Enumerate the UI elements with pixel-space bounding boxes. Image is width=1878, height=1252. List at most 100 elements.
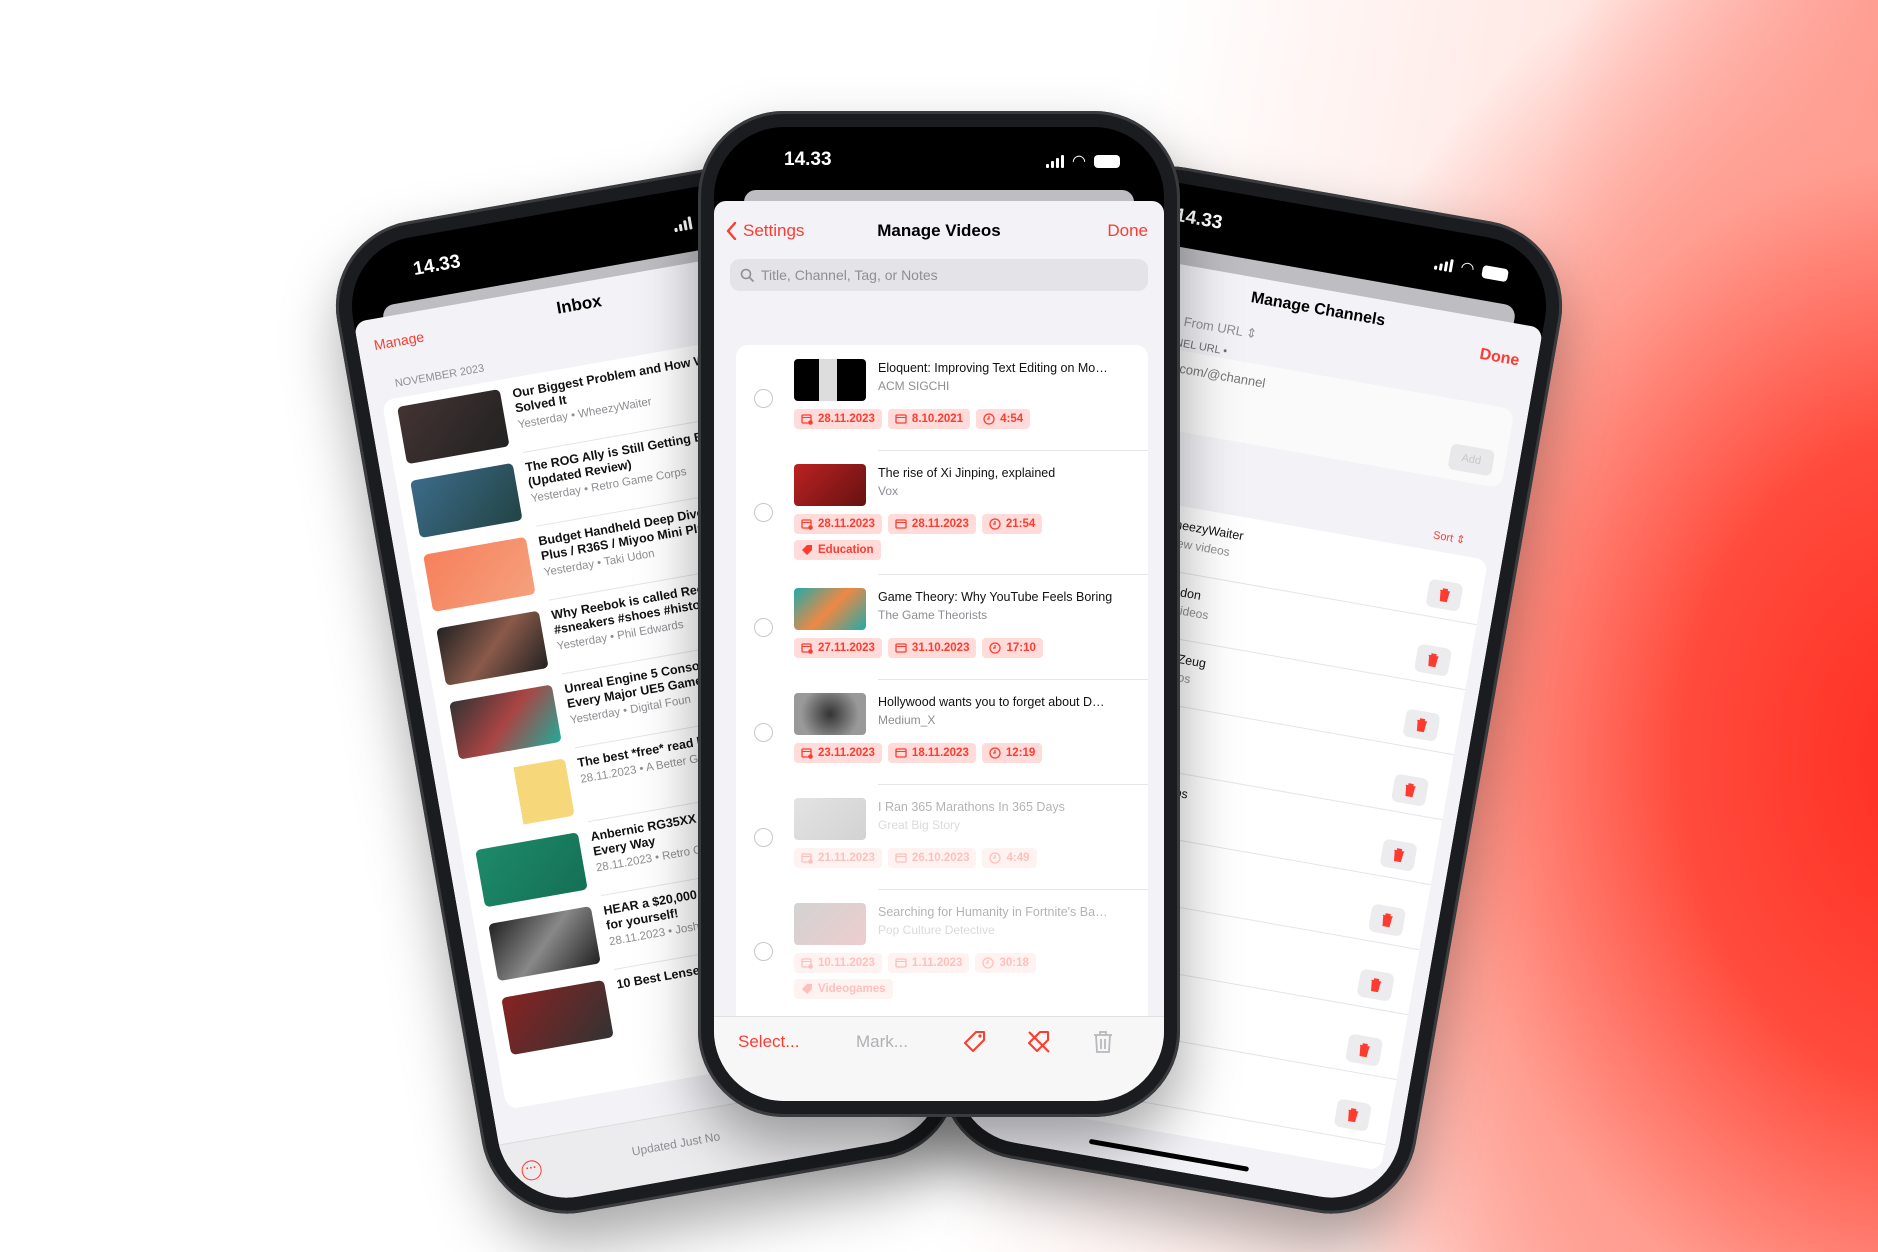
- delete-channel-button[interactable]: [1333, 1098, 1372, 1132]
- video-thumbnail: [794, 903, 866, 945]
- tag-icon: [801, 544, 813, 556]
- trash-icon[interactable]: [1092, 1029, 1114, 1055]
- published-date-chip-label: 18.11.2023: [911, 747, 969, 759]
- video-title: Hollywood wants you to forget about D…: [878, 695, 1105, 709]
- duration-chip-label: 4:54: [1000, 413, 1024, 425]
- added-date-chip-label: 10.11.2023: [818, 957, 875, 969]
- tag-icon[interactable]: [962, 1029, 988, 1055]
- delete-channel-button[interactable]: [1356, 968, 1395, 1002]
- video-thumbnail: [462, 758, 575, 834]
- video-content: Game Theory: Why YouTube Feels Boring The…: [794, 588, 1136, 658]
- published-date-chip: 31.10.2023: [887, 638, 977, 658]
- delete-channel-button[interactable]: [1345, 1033, 1384, 1067]
- video-thumbnail: [794, 693, 866, 735]
- delete-channel-button[interactable]: [1413, 643, 1453, 677]
- select-radio[interactable]: [754, 388, 773, 408]
- select-radio[interactable]: [754, 503, 773, 522]
- published-date-chip-label: 1.11.2023: [911, 957, 963, 969]
- delete-channel-button[interactable]: [1379, 838, 1418, 872]
- manage-videos-screen: 14.33 ◠ Settings Manage Videos Done Eloq…: [714, 127, 1164, 1101]
- added-date-chip: 21.11.2023: [794, 848, 882, 868]
- video-channel: Great Big Story: [878, 818, 961, 832]
- duration-chip: 4:54: [976, 409, 1031, 429]
- clock-icon: [989, 518, 1001, 530]
- added-date-chip-label: 23.11.2023: [818, 747, 875, 759]
- added-date-chip-label: 27.11.2023: [818, 642, 875, 654]
- video-thumbnail: [794, 798, 866, 840]
- video-header: Eloquent: Improving Text Editing on Mo… A…: [794, 359, 1136, 401]
- video-thumbnail: [423, 536, 536, 612]
- delete-channel-button[interactable]: [1390, 773, 1430, 807]
- search-field[interactable]: [730, 259, 1148, 291]
- tag-chip[interactable]: Videogames: [794, 979, 893, 999]
- calendar-icon: [895, 518, 907, 530]
- video-title: Searching for Humanity in Fortnite's Ba…: [878, 905, 1108, 919]
- select-radio[interactable]: [754, 827, 773, 847]
- delete-channel-button[interactable]: [1425, 578, 1464, 612]
- video-text: Searching for Humanity in Fortnite's Ba……: [878, 903, 1108, 945]
- video-row[interactable]: The rise of Xi Jinping, explained Vox 28.1…: [736, 450, 1148, 574]
- calendar-icon: [895, 413, 907, 425]
- video-thumbnail: [501, 979, 614, 1056]
- video-content: I Ran 365 Marathons In 365 Days Great Big…: [794, 798, 1136, 868]
- video-thumbnail: [449, 684, 562, 760]
- video-thumbnail: [436, 610, 549, 686]
- video-thumbnail: [475, 832, 588, 908]
- status-time: 14.33: [411, 251, 463, 281]
- video-row[interactable]: Game Theory: Why YouTube Feels Boring The…: [736, 574, 1148, 679]
- select-radio[interactable]: [754, 617, 773, 637]
- published-date-chip: 26.10.2023: [887, 848, 977, 868]
- search-input[interactable]: [761, 267, 1121, 283]
- calendar-added-icon: [801, 413, 813, 425]
- video-header: Searching for Humanity in Fortnite's Ba……: [794, 903, 1136, 945]
- video-thumbnail: [794, 464, 866, 506]
- video-text: I Ran 365 Marathons In 365 Days Great Big…: [878, 798, 1065, 840]
- trash-icon: [1393, 848, 1405, 863]
- video-channel: Pop Culture Detective: [878, 923, 995, 937]
- calendar-icon: [895, 852, 907, 864]
- delete-channel-button[interactable]: [1367, 903, 1407, 937]
- video-row[interactable]: Eloquent: Improving Text Editing on Mo… A…: [736, 345, 1148, 450]
- calendar-icon: [895, 642, 907, 654]
- video-row[interactable]: Hollywood wants you to forget about D… Me…: [736, 679, 1148, 784]
- clock-icon: [982, 957, 995, 969]
- video-channel: ACM SIGCHI: [878, 379, 950, 393]
- duration-chip-label: 4:49: [1006, 852, 1030, 864]
- published-date-chip-label: 31.10.2023: [911, 642, 970, 654]
- select-button[interactable]: Select...: [738, 1032, 799, 1052]
- select-radio[interactable]: [754, 942, 773, 961]
- calendar-added-icon: [801, 518, 813, 530]
- video-row[interactable]: Searching for Humanity in Fortnite's Ba……: [736, 889, 1148, 1013]
- select-radio[interactable]: [754, 722, 773, 742]
- video-row[interactable]: I Ran 365 Marathons In 365 Days Great Big…: [736, 784, 1148, 889]
- duration-chip: 30:18: [975, 953, 1036, 973]
- done-button[interactable]: Done: [1107, 221, 1148, 241]
- added-date-chip-label: 28.11.2023: [818, 518, 875, 530]
- published-date-chip-label: 26.10.2023: [911, 852, 970, 864]
- calendar-icon: [895, 747, 907, 759]
- video-chips: 27.11.2023 31.10.2023 17:10: [794, 638, 1114, 658]
- trash-icon: [1439, 588, 1451, 603]
- added-date-chip: 10.11.2023: [794, 953, 882, 973]
- untag-icon[interactable]: [1026, 1029, 1052, 1055]
- added-date-chip: 23.11.2023: [794, 743, 882, 763]
- video-list: Eloquent: Improving Text Editing on Mo… A…: [736, 345, 1148, 1025]
- trash-icon: [1428, 653, 1439, 668]
- add-button[interactable]: Add: [1447, 443, 1496, 477]
- back-button[interactable]: Settings: [726, 221, 804, 241]
- published-date-chip: 1.11.2023: [887, 953, 970, 973]
- calendar-added-icon: [801, 957, 813, 969]
- video-text: Eloquent: Improving Text Editing on Mo… A…: [878, 359, 1108, 401]
- ellipsis-circle-icon[interactable]: ···: [520, 1158, 544, 1182]
- search-icon: [740, 268, 754, 282]
- published-date-chip-label: 8.10.2021: [911, 413, 964, 425]
- duration-chip: 12:19: [981, 743, 1043, 763]
- duration-chip-label: 21:54: [1005, 518, 1036, 530]
- trash-icon: [1371, 978, 1382, 993]
- video-title: The rise of Xi Jinping, explained: [878, 466, 1056, 480]
- delete-channel-button[interactable]: [1402, 708, 1441, 742]
- tag-chip[interactable]: Education: [794, 540, 881, 560]
- center-phone: 14.33 ◠ Settings Manage Videos Done Eloq…: [698, 111, 1180, 1117]
- mark-button[interactable]: Mark...: [856, 1032, 908, 1052]
- video-thumbnail: [410, 462, 523, 539]
